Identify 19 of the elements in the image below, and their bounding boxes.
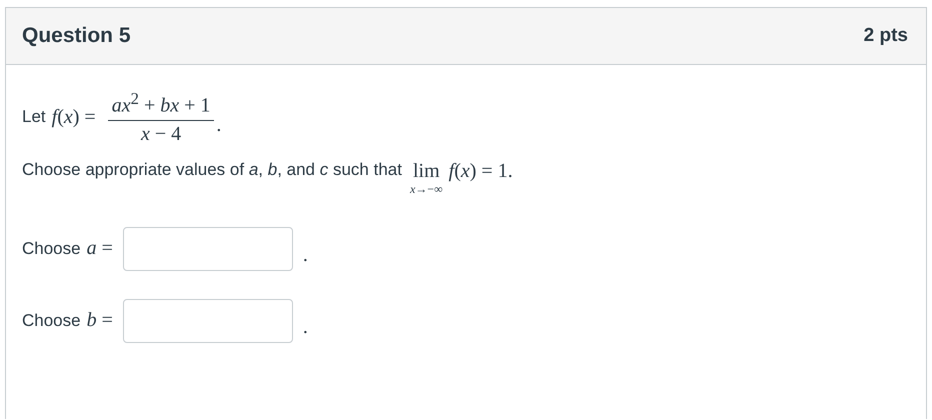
period: . xyxy=(216,114,222,137)
variable-label: a = xyxy=(86,237,113,260)
let-text: Let xyxy=(22,107,46,128)
answer-label: Choose xyxy=(22,310,81,331)
points-label: 2 pts xyxy=(864,25,908,47)
answer-field[interactable] xyxy=(122,226,293,271)
variable-label: b = xyxy=(86,309,113,332)
limit-subscript: x→−∞ xyxy=(410,182,443,197)
answer-label: Choose xyxy=(22,238,81,259)
question-title: Question 5 xyxy=(22,24,131,48)
denominator: x − 4 xyxy=(140,122,182,146)
numerator: ax$^{2}$ + bx + 1 xyxy=(108,89,214,121)
instruction-text: Choose appropriate values of a, b, and c such that xyxy=(22,160,402,180)
limit-operator: lim xyxy=(412,160,440,182)
limit-expression: f(x) = 1. xyxy=(448,160,513,183)
function-name: f(x) = xyxy=(52,106,96,129)
answer-field[interactable] xyxy=(122,298,293,343)
period: . xyxy=(302,244,308,268)
period: . xyxy=(302,316,308,340)
